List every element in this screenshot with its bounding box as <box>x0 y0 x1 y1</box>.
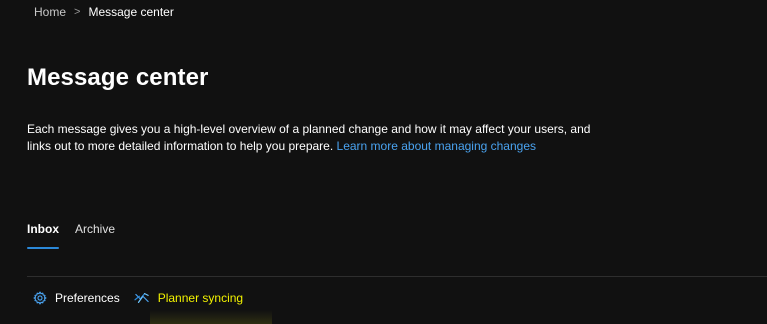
page-description: Each message gives you a high-level over… <box>27 121 602 155</box>
tab-list: Inbox Archive <box>27 221 115 249</box>
page-title: Message center <box>27 64 209 91</box>
divider <box>27 276 767 277</box>
learn-more-link[interactable]: Learn more about managing changes <box>337 139 536 153</box>
toolbar: Preferences Planner syncing <box>33 290 243 306</box>
breadcrumb-separator: > <box>74 6 81 18</box>
breadcrumb: Home > Message center <box>34 5 174 19</box>
planner-sync-icon <box>134 291 150 305</box>
preferences-button[interactable]: Preferences <box>33 290 120 306</box>
tab-archive[interactable]: Archive <box>75 221 115 249</box>
tab-inbox[interactable]: Inbox <box>27 221 59 249</box>
breadcrumb-home-link[interactable]: Home <box>34 5 66 19</box>
highlight-shading <box>150 310 272 324</box>
gear-icon <box>33 291 47 305</box>
breadcrumb-current: Message center <box>88 5 174 19</box>
planner-syncing-label: Planner syncing <box>157 291 244 305</box>
preferences-label: Preferences <box>55 291 120 305</box>
planner-syncing-button[interactable]: Planner syncing <box>134 290 243 306</box>
